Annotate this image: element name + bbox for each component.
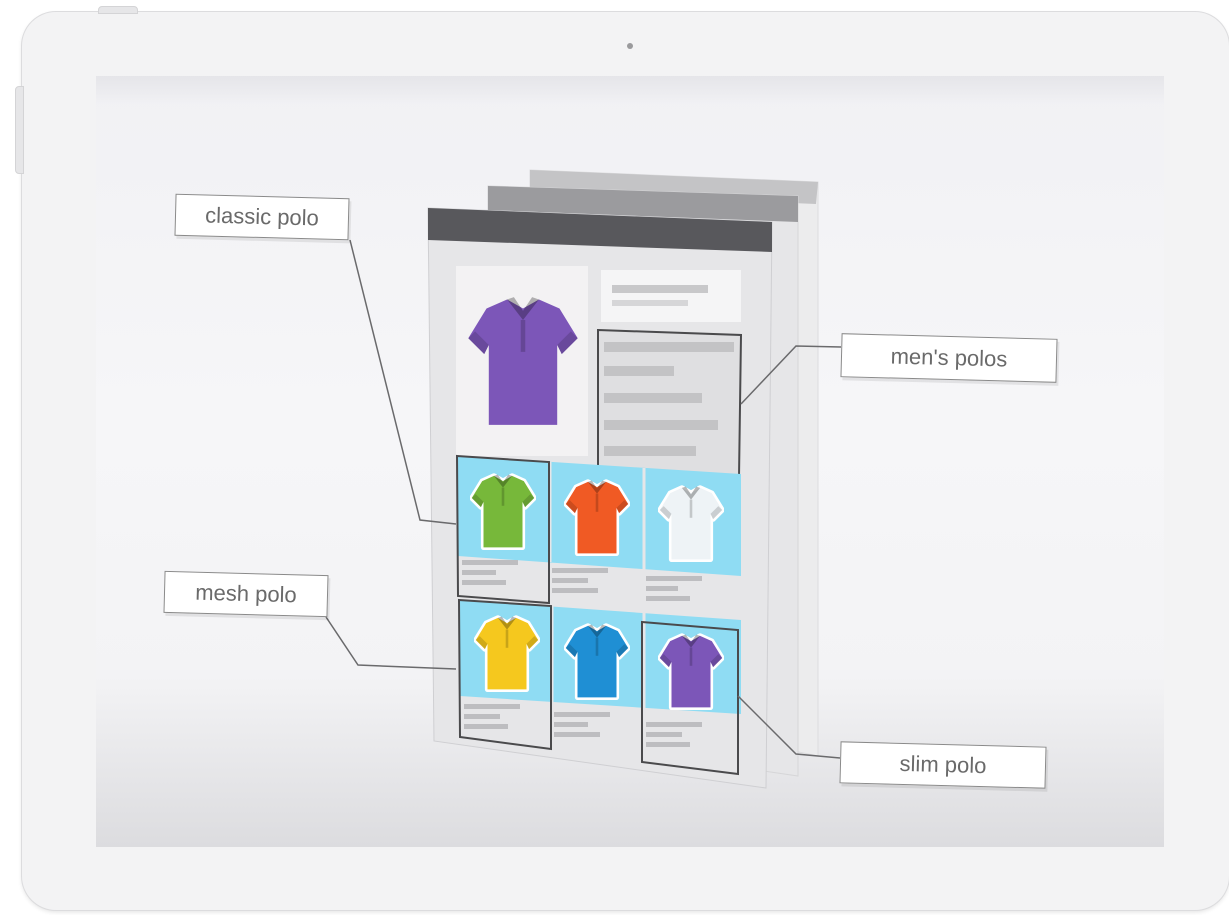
camera-icon [627,43,633,49]
shirt-icon-white [660,487,722,560]
illustration [325,169,842,789]
shirt-icon-green [472,475,534,548]
tablet-top-button [98,6,138,14]
callout-mens-polos: men's polos [840,333,1058,383]
shirt-icon-red [566,481,628,554]
callout-slim-polo-label: slim polo [899,750,987,779]
shirt-icon-blue [566,625,628,698]
tablet-side-button [15,86,24,174]
callout-classic-polo: classic polo [174,193,350,241]
shirt-icon-purple [660,635,722,708]
callout-slim-polo: slim polo [839,741,1047,789]
callout-mesh-polo: mesh polo [163,570,329,618]
callout-mens-polos-label: men's polos [890,343,1008,372]
callout-mesh-polo-label: mesh polo [194,579,298,608]
callout-classic-polo-label: classic polo [204,202,320,231]
shirt-icon-yellow [476,617,538,690]
tablet-screen: classic polo men's polos mesh polo slim … [96,76,1164,847]
title-panel [601,270,741,322]
